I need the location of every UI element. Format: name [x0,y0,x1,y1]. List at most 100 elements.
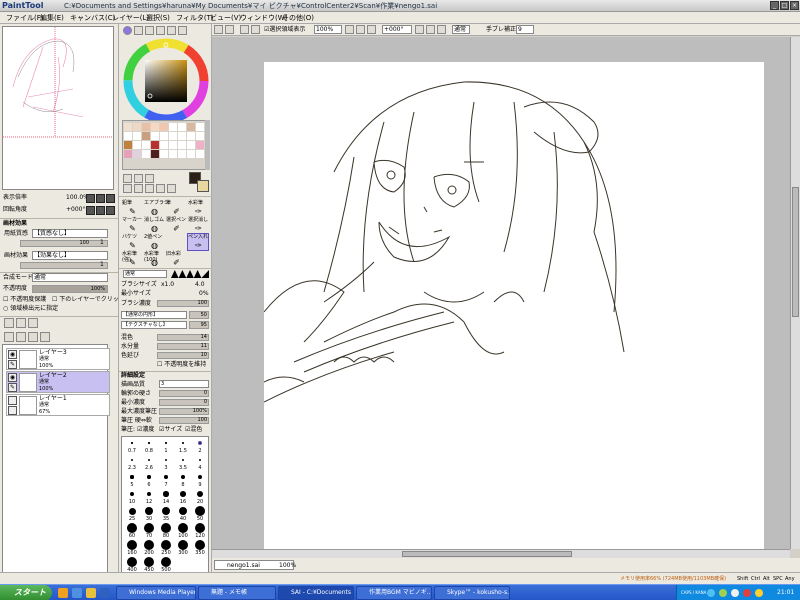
paper-texture-strength[interactable]: 100 [20,240,108,247]
taskbar-item-notepad[interactable]: 無題 - メモ帳 [198,586,276,600]
merge-down-icon[interactable] [16,332,26,342]
tool-1-1[interactable]: 消しゴム ◍ [143,216,165,234]
quality-select[interactable]: 3 [159,380,209,388]
color-swatch[interactable] [151,132,159,140]
firefox-icon[interactable] [58,588,68,598]
brush-size-dot[interactable] [144,540,154,550]
skype-tray-icon[interactable] [707,589,715,597]
brush-size-dot[interactable] [144,523,154,533]
brush-size-dot[interactable] [129,491,135,497]
new-linework-layer-icon[interactable] [16,318,26,328]
vertical-scroll-thumb[interactable] [792,187,799,317]
color-swatch[interactable] [124,132,132,140]
color-swatch[interactable] [133,132,141,140]
scratchpad-tab-icon[interactable] [178,26,187,35]
brush-size-dot[interactable] [161,523,171,533]
rotate-reset-button[interactable] [106,206,115,215]
color-swatch[interactable] [124,150,132,158]
brush-size-dot[interactable] [161,557,171,567]
brush-size-dot[interactable] [146,491,152,497]
lasso-icon[interactable] [134,174,143,183]
color-swatch[interactable] [178,123,186,131]
brush-size-dot[interactable] [130,458,134,462]
new-folder-icon[interactable] [28,318,38,328]
brush-size-dot[interactable] [178,540,188,550]
zoom-reset-button[interactable] [106,194,115,203]
brush-size-dot[interactable] [127,557,137,567]
delete-layer-icon[interactable] [40,332,50,342]
color-swatch[interactable] [133,123,141,131]
secondary-color[interactable] [197,180,209,192]
color-swatch[interactable] [196,141,204,149]
magic-wand-icon[interactable] [145,174,154,183]
paper-texture-select[interactable]: 【質感なし】 [32,229,108,238]
paper-effect-select[interactable]: 【効果なし】 [32,251,108,260]
brush-size-dot[interactable] [195,540,205,550]
security-icon[interactable] [743,589,751,597]
rgb-slider-tab-icon[interactable] [134,26,143,35]
maximize-button[interactable]: □ [780,1,789,10]
menu-window[interactable]: ウィンドウ(W) [240,13,287,23]
brush-size-dot[interactable] [180,491,186,497]
zoom-minus-icon[interactable] [345,25,354,34]
color-swatch[interactable] [124,123,132,131]
drawing-canvas[interactable] [263,62,764,562]
canvas-zoom-select[interactable]: 100% [314,25,342,34]
brush-size-dot[interactable] [198,441,202,445]
pressure-density-checkbox[interactable]: ☑濃度 [137,426,154,434]
rotate-left-button[interactable] [86,206,95,215]
brush-texture-select[interactable]: 【テクスチャなし】 [121,321,187,329]
zoom-out-button[interactable] [86,194,95,203]
undo-icon[interactable] [214,25,223,34]
brush-size-dot[interactable] [178,523,188,533]
color-swatch[interactable] [196,132,204,140]
rotate-tool-icon[interactable] [145,184,154,193]
transfer-down-icon[interactable] [4,332,14,342]
mixer-tab-icon[interactable] [156,26,165,35]
menu-other[interactable]: その他(O) [282,13,314,23]
selection-source-radio[interactable]: ○ 領域検出元に指定 [3,305,58,313]
hsv-slider-tab-icon[interactable] [145,26,154,35]
color-swatch[interactable] [160,132,168,140]
pressure-size-checkbox[interactable]: ☑サイズ [159,426,182,434]
color-swatch[interactable] [178,141,186,149]
color-swatch[interactable] [142,123,150,131]
brush-size-dot[interactable] [128,507,136,515]
stabilizer-select[interactable]: 9 [516,25,534,34]
taskbar-item-sai[interactable]: SAI - C:¥Documents ... [278,586,354,600]
color-swatch[interactable] [142,150,150,158]
color-swatch[interactable] [178,150,186,158]
clear-layer-icon[interactable] [28,332,38,342]
brush-size-dot[interactable] [182,442,184,444]
layer-item-2[interactable]: ◉ ✎ レイヤー2 通常 100% [6,371,110,393]
color-swatch[interactable] [187,123,195,131]
redo-icon[interactable] [225,25,234,34]
tray-icon[interactable] [719,589,727,597]
canvas-rotation-select[interactable]: +000° [382,25,412,34]
brush-size-dot[interactable] [181,475,185,479]
protect-opacity-checkbox[interactable]: ☐ 不透明度保護 [3,296,46,304]
taskbar-item-bgm[interactable]: 作業用BGM マビノギ... [356,586,432,600]
blend-mode-select[interactable]: 通常 [32,273,108,282]
brush-texture-strength[interactable]: 95 [189,321,209,329]
menu-filter[interactable]: フィルタ(T) [176,13,214,23]
max-pressure-slider[interactable]: 100% [159,408,209,415]
deselect-icon[interactable] [240,25,249,34]
rotate-cw-icon[interactable] [426,25,435,34]
color-wheel-tab-icon[interactable] [123,26,132,35]
color-swatch[interactable] [169,150,177,158]
tool-2-1[interactable]: 2値ペン ◍ [143,233,165,251]
close-button[interactable]: × [790,1,799,10]
opacity-slider[interactable]: 100% [32,285,108,293]
tool-2-0[interactable]: バケツ ✎ [121,233,143,251]
rotate-ccw-icon[interactable] [415,25,424,34]
eye-icon[interactable] [8,396,17,405]
desktop-icon[interactable] [100,588,110,598]
vertical-scrollbar[interactable] [790,37,800,549]
canvas-mode-select[interactable]: 通常 [452,25,470,34]
brush-size-mult[interactable]: x1.0 [161,281,174,289]
min-density-slider[interactable]: 0 [159,399,209,406]
canvas-viewport[interactable] [212,37,790,562]
zoom-plus-icon[interactable] [356,25,365,34]
brush-size-dot[interactable] [147,475,151,479]
